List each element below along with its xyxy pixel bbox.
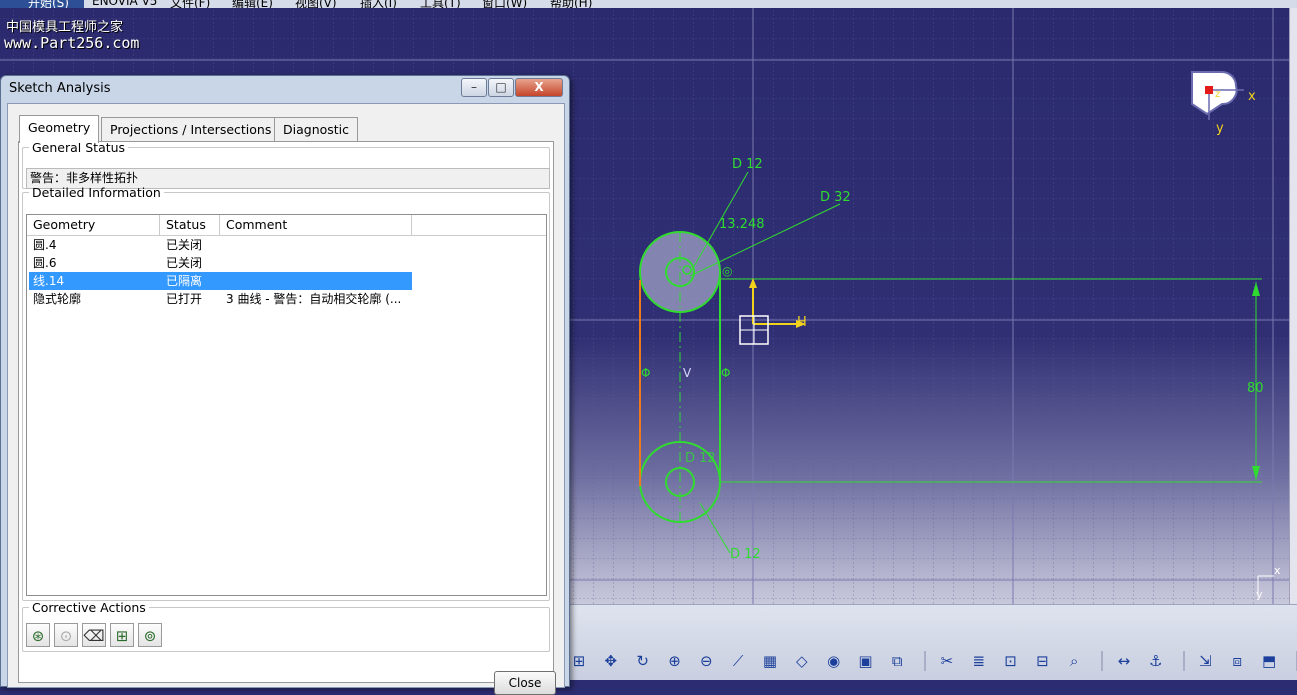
toolbar-separator-3: [1182, 651, 1185, 671]
corrective-actions-label: Corrective Actions: [32, 600, 146, 615]
cell-geometry: 圆.4: [33, 238, 57, 252]
cell-status: 已关闭: [166, 256, 203, 270]
h-axis-label: H: [797, 315, 807, 330]
shading-icon[interactable]: ◉: [823, 650, 845, 672]
compass-y-label: y: [1216, 121, 1224, 136]
dim-80[interactable]: 80: [1247, 381, 1264, 396]
minimize-button[interactable]: –: [461, 78, 487, 97]
hide-show-icon[interactable]: ▣: [854, 650, 876, 672]
close-window-button[interactable]: X: [515, 78, 563, 97]
toolbar-separator: [924, 651, 927, 671]
table-row[interactable]: 圆.6 已关闭: [29, 254, 412, 272]
dim-d12-lower[interactable]: D 12: [685, 451, 716, 466]
sketch-analysis-icon[interactable]: ≣: [968, 650, 990, 672]
fix-icon[interactable]: ⚓: [1145, 650, 1167, 672]
cell-geometry: 隐式轮廓: [33, 292, 82, 306]
table-row-selected[interactable]: 线.14 已隔离: [29, 272, 412, 290]
dialog-body: Geometry Projections / Intersections Dia…: [7, 103, 565, 695]
start-menu[interactable]: 开始(S): [0, 0, 84, 8]
cell-geometry: 圆.6: [33, 256, 57, 270]
hide-constraints-icon[interactable]: ⊙: [54, 623, 78, 647]
cell-status: 已打开: [166, 292, 203, 306]
analysis-icon[interactable]: ⌕: [1063, 650, 1085, 672]
multi-view-icon[interactable]: ▦: [759, 650, 781, 672]
set-construction-icon[interactable]: ⊞: [110, 623, 134, 647]
cell-status: 已隔离: [166, 274, 203, 288]
column-status[interactable]: Status: [160, 215, 220, 235]
geometry-list[interactable]: Geometry Status Comment 圆.4 已关闭 圆.6 已关闭 …: [26, 214, 547, 596]
constraint-icon[interactable]: ⊡: [1000, 650, 1022, 672]
v-axis-label: V: [683, 366, 692, 380]
cell-comment: 3 曲线 - 警告：自动相交轮廓 (...: [226, 292, 402, 306]
rotate-icon[interactable]: ↻: [632, 650, 654, 672]
auto-constraint-icon[interactable]: ⊟: [1031, 650, 1053, 672]
dialog-title: Sketch Analysis: [9, 81, 111, 96]
dim-d12-top[interactable]: D 12: [732, 157, 763, 172]
tab-projections-intersections[interactable]: Projections / Intersections: [101, 117, 281, 142]
column-geometry[interactable]: Geometry: [27, 215, 160, 235]
fit-all-icon[interactable]: ⊞: [568, 650, 590, 672]
sketch-analysis-dialog[interactable]: Sketch Analysis – □ X Geometry Projectio…: [0, 75, 570, 695]
detailed-information-label: Detailed Information: [32, 185, 161, 200]
iso-view-icon[interactable]: ◇: [791, 650, 813, 672]
erase-icon[interactable]: ⌫: [82, 623, 106, 647]
hide-constructions-icon[interactable]: ⊛: [26, 623, 50, 647]
view-toolbar: ⊞ ✥ ↻ ⊕ ⊖ ⟋ ▦ ◇ ◉ ▣ ⧉ ✂ ≣ ⊡ ⊟ ⌕ ↔ ⚓ ⇲ ⧈ …: [568, 650, 1297, 676]
dim-13248[interactable]: 13.248: [719, 217, 765, 232]
toolbar-separator-2: [1101, 651, 1104, 671]
tangent-constraint-icon: ◎: [722, 264, 732, 278]
output-icon[interactable]: ⬒: [1258, 650, 1280, 672]
table-row[interactable]: 圆.4 已关闭: [29, 236, 412, 254]
column-comment[interactable]: Comment: [220, 215, 412, 235]
table-row[interactable]: 隐式轮廓 已打开 3 曲线 - 警告：自动相交轮廓 (...: [29, 290, 412, 308]
list-header: Geometry Status Comment: [27, 215, 546, 236]
parallel-constraint-icon-2: Φ: [721, 366, 730, 380]
isolate-icon[interactable]: ⊚: [138, 623, 162, 647]
layer-icon[interactable]: ⧈: [1226, 650, 1248, 672]
zoom-out-icon[interactable]: ⊖: [695, 650, 717, 672]
close-button[interactable]: Close: [494, 671, 556, 695]
zoom-in-icon[interactable]: ⊕: [663, 650, 685, 672]
corner-x-label: x: [1274, 564, 1281, 577]
dim-d12-bottom[interactable]: D 12: [730, 547, 761, 562]
viewport-scroll-strip: [1289, 8, 1297, 604]
menu-enovia[interactable]: ENOVIA V5: [92, 0, 157, 8]
dimension-icon[interactable]: ↔: [1113, 650, 1135, 672]
cell-geometry: 线.14: [33, 274, 65, 288]
watermark-url: www.Part256.com: [4, 34, 140, 52]
tab-geometry[interactable]: Geometry: [19, 115, 100, 143]
cell-status: 已关闭: [166, 238, 203, 252]
geometry-tab-panel: General Status 警告：非多样性拓扑 Detailed Inform…: [18, 140, 554, 683]
dim-d32[interactable]: D 32: [820, 190, 851, 205]
pan-icon[interactable]: ✥: [600, 650, 622, 672]
maximize-button[interactable]: □: [488, 78, 514, 97]
cut-part-icon[interactable]: ✂: [936, 650, 958, 672]
parallel-constraint-icon: Φ: [641, 366, 650, 380]
corner-y-label: y: [1256, 588, 1263, 601]
compass-x-label: x: [1248, 89, 1256, 104]
exit-workbench-icon[interactable]: ⇲: [1194, 650, 1216, 672]
compass-z-label: z: [1215, 89, 1220, 100]
swap-space-icon[interactable]: ⧉: [886, 650, 908, 672]
normal-view-icon[interactable]: ⟋: [727, 650, 749, 672]
tab-diagnostic[interactable]: Diagnostic: [274, 117, 359, 142]
watermark-title: 中国模具工程师之家: [6, 20, 124, 35]
